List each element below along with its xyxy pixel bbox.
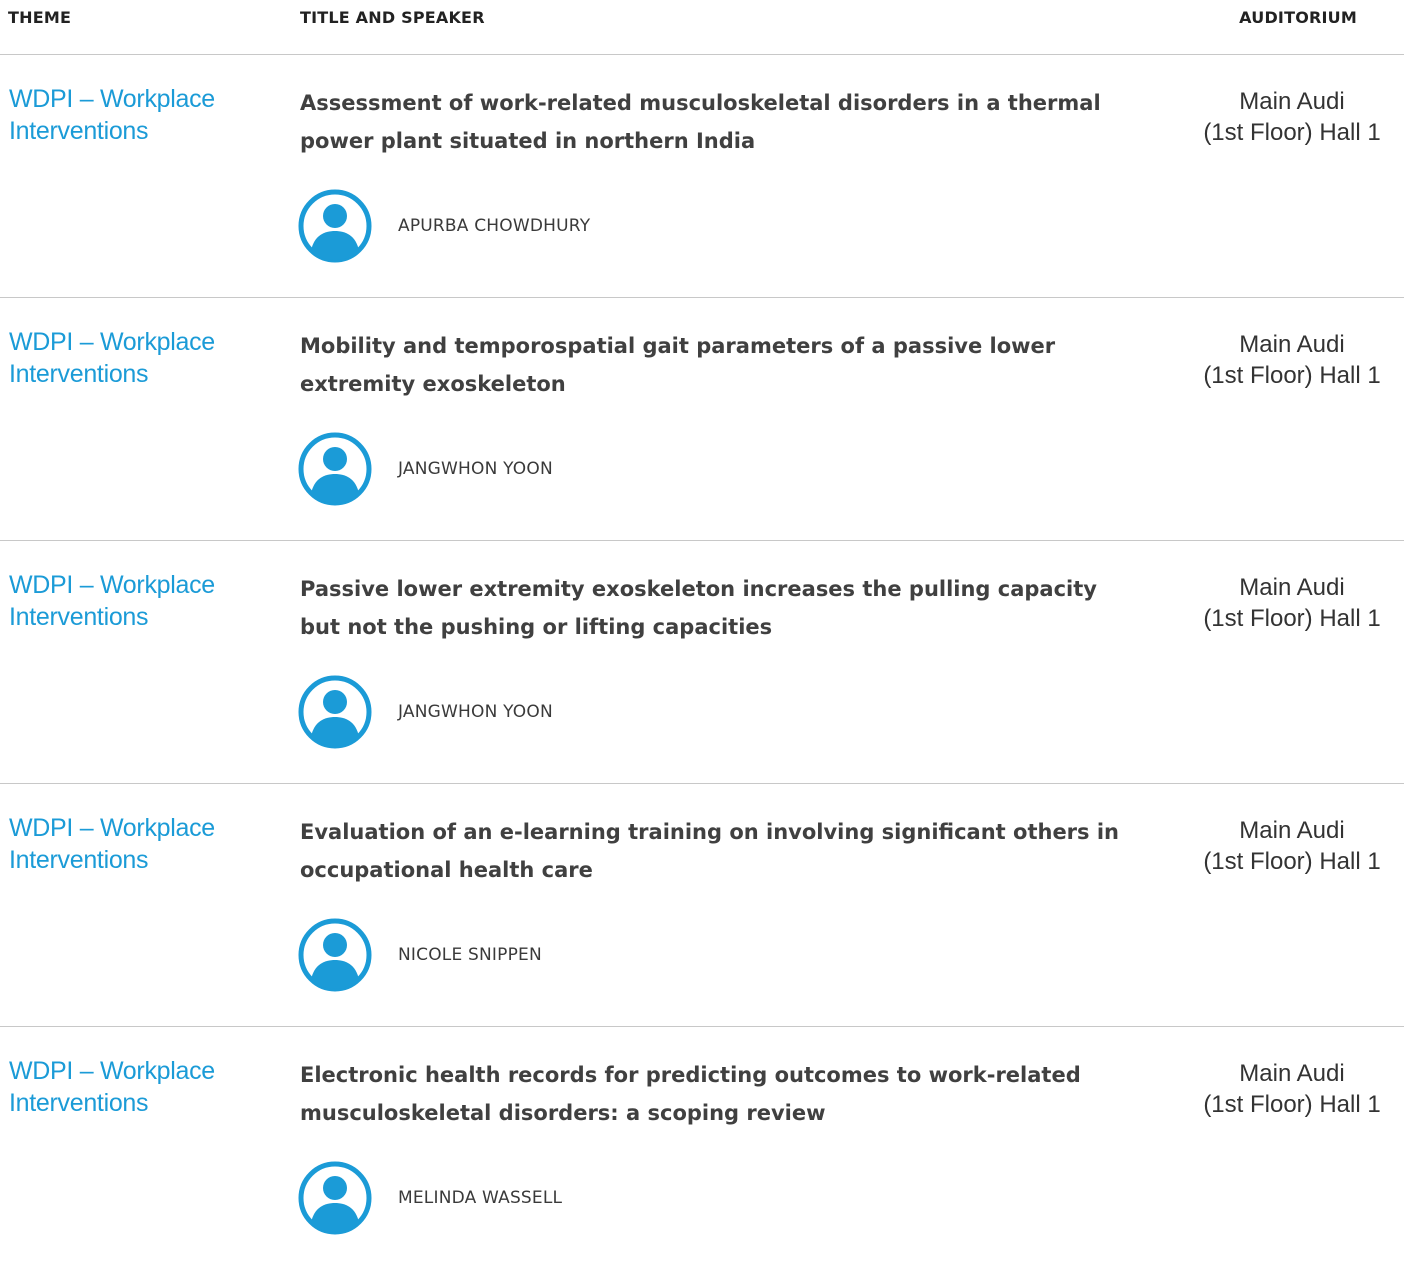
user-avatar-icon[interactable] [298,189,372,263]
speaker-name[interactable]: JANGWHON YOON [398,702,553,722]
user-avatar-icon[interactable] [298,675,372,749]
column-header-theme: THEME [8,8,72,27]
speaker-name[interactable]: APURBA CHOWDHURY [398,216,590,236]
auditorium: Main Audi (1st Floor) Hall 1 [1192,86,1392,148]
auditorium-name: Main Audi [1239,817,1345,844]
session-title[interactable]: Electronic health records for predicting… [300,1056,1130,1132]
auditorium-name: Main Audi [1239,1060,1345,1087]
speaker-name[interactable]: JANGWHON YOON [398,459,553,479]
user-avatar-icon[interactable] [298,1161,372,1235]
user-avatar-icon[interactable] [298,918,372,992]
session-row: WDPI – Workplace Interventions Mobility … [0,298,1404,541]
session-theme-link[interactable]: WDPI – Workplace Interventions [9,83,239,147]
session-title[interactable]: Assessment of work-related musculoskelet… [300,84,1130,160]
auditorium-hall: (1st Floor) Hall 1 [1203,119,1381,146]
speaker[interactable]: APURBA CHOWDHURY [298,189,590,263]
auditorium-name: Main Audi [1239,574,1345,601]
speaker-name[interactable]: MELINDA WASSELL [398,1188,562,1208]
speaker[interactable]: JANGWHON YOON [298,432,553,506]
session-row: WDPI – Workplace Interventions Passive l… [0,541,1404,784]
session-title[interactable]: Passive lower extremity exoskeleton incr… [300,570,1130,646]
auditorium-hall: (1st Floor) Hall 1 [1203,362,1381,389]
auditorium-name: Main Audi [1239,88,1345,115]
session-title[interactable]: Mobility and temporospatial gait paramet… [300,327,1130,403]
table-header: THEME TITLE AND SPEAKER AUDITORIUM [0,0,1404,55]
session-theme-link[interactable]: WDPI – Workplace Interventions [9,326,239,390]
session-row: WDPI – Workplace Interventions Evaluatio… [0,784,1404,1027]
session-theme-link[interactable]: WDPI – Workplace Interventions [9,812,239,876]
column-header-auditorium: AUDITORIUM [1239,8,1357,27]
auditorium-hall: (1st Floor) Hall 1 [1203,1091,1381,1118]
auditorium: Main Audi (1st Floor) Hall 1 [1192,815,1392,877]
auditorium: Main Audi (1st Floor) Hall 1 [1192,1058,1392,1120]
speaker[interactable]: MELINDA WASSELL [298,1161,562,1235]
user-avatar-icon[interactable] [298,432,372,506]
auditorium-name: Main Audi [1239,331,1345,358]
column-header-title-speaker: TITLE AND SPEAKER [300,8,485,27]
auditorium: Main Audi (1st Floor) Hall 1 [1192,329,1392,391]
auditorium-hall: (1st Floor) Hall 1 [1203,605,1381,632]
session-theme-link[interactable]: WDPI – Workplace Interventions [9,1055,239,1119]
auditorium: Main Audi (1st Floor) Hall 1 [1192,572,1392,634]
session-title[interactable]: Evaluation of an e-learning training on … [300,813,1130,889]
session-row: WDPI – Workplace Interventions Electroni… [0,1027,1404,1269]
session-row: WDPI – Workplace Interventions Assessmen… [0,55,1404,298]
speaker[interactable]: NICOLE SNIPPEN [298,918,542,992]
auditorium-hall: (1st Floor) Hall 1 [1203,848,1381,875]
session-theme-link[interactable]: WDPI – Workplace Interventions [9,569,239,633]
speaker[interactable]: JANGWHON YOON [298,675,553,749]
speaker-name[interactable]: NICOLE SNIPPEN [398,945,542,965]
